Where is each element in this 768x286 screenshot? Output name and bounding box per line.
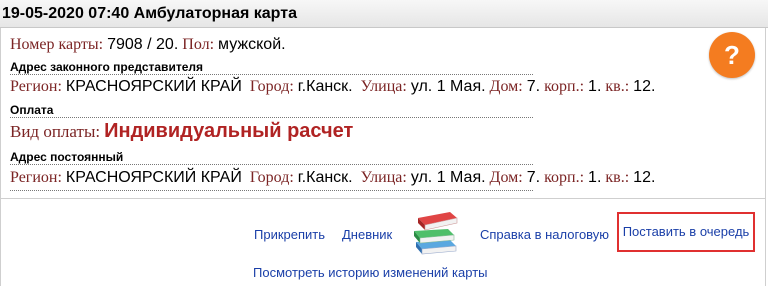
city-label: Город:	[249, 169, 294, 186]
region-value: КРАСНОЯРСКИЙ КРАЙ	[65, 78, 242, 95]
permanent-address-title: Адрес постоянный	[10, 150, 533, 165]
queue-highlight-box[interactable]: Поставить в очередь	[617, 212, 755, 252]
card-number-label: Номер карты:	[10, 36, 104, 53]
sex-value: мужской.	[218, 36, 286, 53]
payment-type-label: Вид оплаты:	[10, 122, 101, 141]
building-label: корп.:	[544, 78, 585, 95]
window-header: 19-05-2020 07:40 Амбулаторная карта	[0, 0, 768, 28]
diary-link[interactable]: Дневник	[342, 227, 392, 242]
street-label: Улица:	[360, 78, 407, 95]
section-divider	[10, 190, 533, 191]
payment-row: Вид оплаты: Индивидуальный расчет	[10, 120, 353, 143]
payment-title: Оплата	[10, 103, 533, 118]
actions-divider	[0, 198, 766, 199]
city-label: Город:	[249, 78, 294, 95]
permanent-address-row: Регион: КРАСНОЯРСКИЙ КРАЙ Город: г.Канск…	[10, 169, 655, 187]
legal-address-title: Адрес законного представителя	[10, 60, 533, 75]
apartment-value: 12.	[633, 169, 656, 186]
apartment-label: кв.:	[605, 169, 630, 186]
street-label: Улица:	[360, 169, 407, 186]
payment-type-value: Индивидуальный расчет	[104, 120, 354, 142]
street-value: ул. 1 Мая.	[410, 169, 486, 186]
tax-certificate-link[interactable]: Справка в налоговую	[480, 227, 609, 242]
books-icon[interactable]	[410, 208, 460, 256]
card-number-value: 7908 / 20.	[107, 36, 179, 53]
building-value: 1.	[588, 78, 602, 95]
city-value: г.Канск.	[297, 78, 353, 95]
attach-link[interactable]: Прикрепить	[254, 227, 325, 242]
street-value: ул. 1 Мая.	[410, 78, 486, 95]
building-value: 1.	[588, 169, 602, 186]
card-number-row: Номер карты: 7908 / 20. Пол: мужской.	[10, 36, 286, 54]
apartment-label: кв.:	[605, 78, 630, 95]
region-value: КРАСНОЯРСКИЙ КРАЙ	[65, 169, 242, 186]
region-label: Регион:	[10, 78, 62, 95]
sex-label: Пол:	[182, 36, 215, 53]
house-value: 7.	[526, 169, 541, 186]
help-button[interactable]: ?	[709, 32, 755, 78]
building-label: корп.:	[544, 169, 585, 186]
house-label: Дом:	[489, 169, 523, 186]
page-title: 19-05-2020 07:40 Амбулаторная карта	[2, 5, 297, 22]
city-value: г.Канск.	[297, 169, 353, 186]
house-label: Дом:	[489, 78, 523, 95]
apartment-value: 12.	[633, 78, 656, 95]
region-label: Регион:	[10, 169, 62, 186]
history-link[interactable]: Посмотреть историю изменений карты	[253, 265, 488, 280]
house-value: 7.	[526, 78, 541, 95]
legal-address-row: Регион: КРАСНОЯРСКИЙ КРАЙ Город: г.Канск…	[10, 78, 655, 96]
queue-link[interactable]: Поставить в очередь	[619, 214, 753, 250]
